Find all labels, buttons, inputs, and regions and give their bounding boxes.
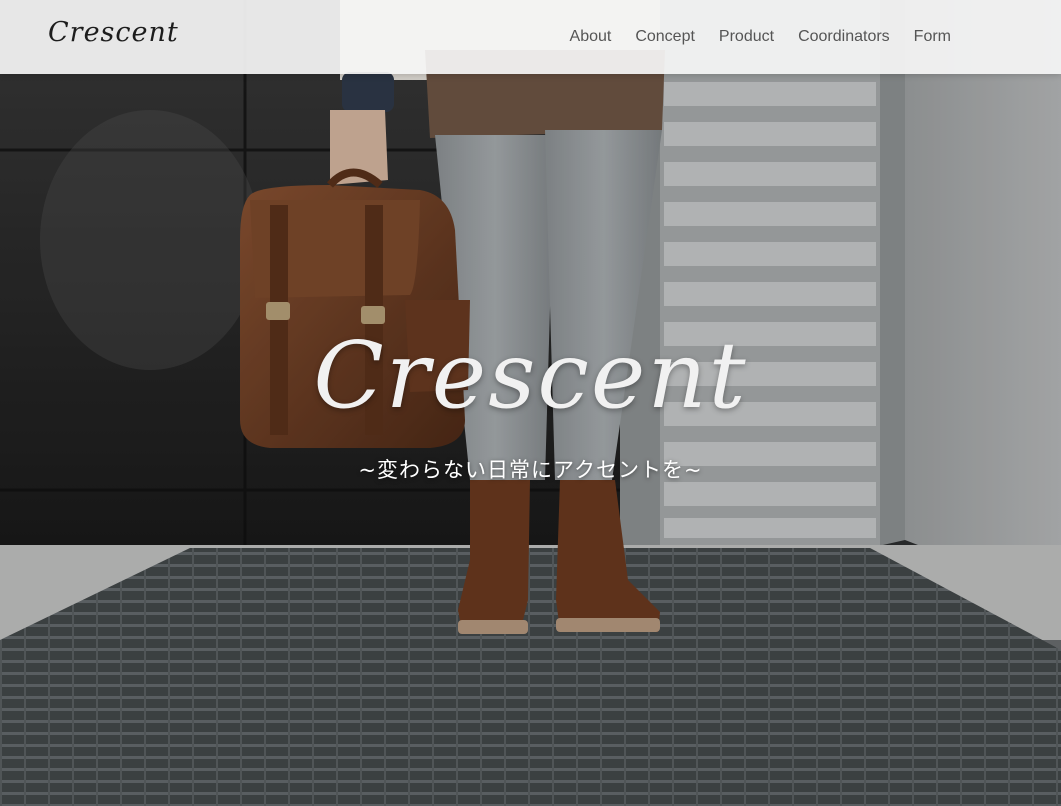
nav-link-form[interactable]: Form (914, 28, 951, 46)
nav-link-coordinators[interactable]: Coordinators (798, 28, 890, 46)
nav-link-concept[interactable]: Concept (635, 28, 695, 46)
nav-link-about[interactable]: About (570, 28, 612, 46)
nav-link-product[interactable]: Product (719, 28, 774, 46)
site-header: Crescent About Concept Product Coordinat… (0, 0, 1061, 74)
site-logo[interactable]: Crescent (48, 17, 179, 48)
hero-title: Crescent (313, 322, 748, 429)
main-nav: About Concept Product Coordinators Form (570, 0, 951, 74)
hero-subtitle: ~変わらない日常にアクセントを~ (358, 458, 703, 482)
page: Crescent About Concept Product Coordinat… (0, 0, 1061, 806)
